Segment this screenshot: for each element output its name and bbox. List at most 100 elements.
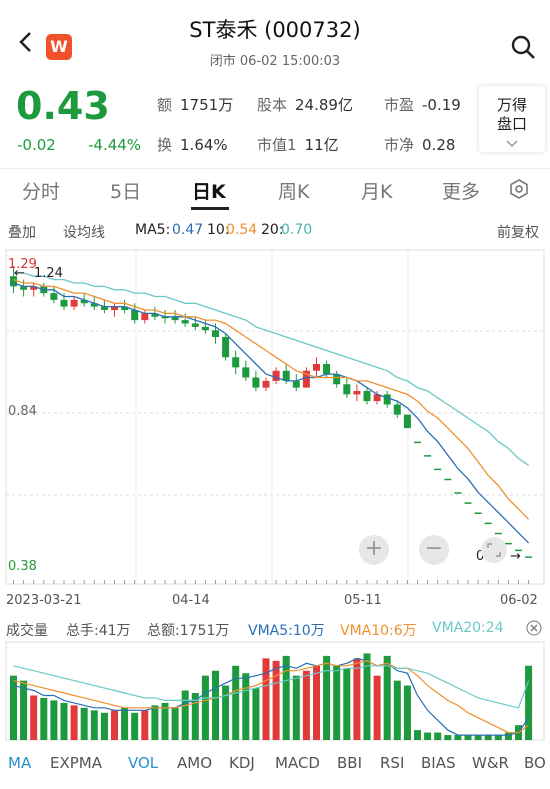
fullscreen-icon[interactable] <box>480 536 508 564</box>
volume-bar <box>333 665 341 740</box>
volume-bar <box>494 735 502 740</box>
ma10-value: 0.54 <box>226 222 258 238</box>
candle <box>60 293 68 310</box>
tab-5day[interactable]: 5日 <box>110 177 141 204</box>
ma5-label: MA5: <box>135 222 171 238</box>
volume-bar <box>444 735 452 740</box>
indicator-amo[interactable]: AMO <box>177 754 212 772</box>
ma5-value: 0.47 <box>172 222 204 238</box>
indicator-vol[interactable]: VOL <box>128 754 158 772</box>
adjust-mode[interactable]: 前复权 <box>497 222 539 242</box>
high-marker-arrow: ← <box>14 266 25 281</box>
candle <box>464 502 472 504</box>
wande-label-2: 盘口 <box>496 115 527 133</box>
candle <box>292 374 300 391</box>
quote-amount: 额 1751万 <box>157 96 234 114</box>
tab-daily-k[interactable]: 日K <box>192 177 226 204</box>
volume-bar <box>302 670 310 740</box>
total-hands: 总手:41万 <box>66 623 131 639</box>
tab-monthly-k[interactable]: 月K <box>361 177 392 204</box>
candle <box>313 357 320 378</box>
candle-body <box>464 502 472 504</box>
volume-bar <box>484 735 492 740</box>
candle <box>222 333 230 361</box>
vma20-value: VMA20:24 <box>432 620 504 636</box>
tab-intraday[interactable]: 分时 <box>22 177 60 204</box>
candle <box>454 492 462 494</box>
set-ma-button[interactable]: 设均线 <box>63 222 105 242</box>
candle <box>363 387 371 405</box>
indicator-ma[interactable]: MA <box>8 754 31 772</box>
candle-body <box>525 556 533 558</box>
zoom-in-button[interactable]: + <box>359 535 389 565</box>
volume-bar <box>80 707 88 740</box>
price-change-pct: -4.44% <box>88 136 142 154</box>
candle <box>242 360 250 381</box>
volume-bar <box>100 712 108 740</box>
candle <box>272 367 280 385</box>
tab-more[interactable]: 更多 <box>442 177 480 204</box>
volume-bar <box>20 680 28 740</box>
volume-bar <box>40 697 48 740</box>
settings-icon[interactable] <box>509 179 529 199</box>
candle-body <box>141 313 149 321</box>
volume-bar <box>525 665 533 740</box>
chevron-down-icon <box>506 140 518 148</box>
indicator-rsi[interactable]: RSI <box>380 754 404 772</box>
candlestick-chart[interactable]: 1.29 0.84 0.38 ← 1.24 0.43 → 2023-03-21 … <box>0 244 550 616</box>
close-icon[interactable] <box>526 620 542 636</box>
volume-label[interactable]: 成交量 <box>6 620 48 640</box>
candle <box>424 455 432 457</box>
volume-bar <box>141 710 149 740</box>
volume-bar <box>90 710 98 740</box>
period-tabs: 分时 5日 日K 周K 月K 更多 <box>0 168 550 210</box>
tab-weekly-k[interactable]: 周K <box>278 177 309 204</box>
wande-orderbook-button[interactable]: 万得 盘口 <box>479 86 545 152</box>
candle-body <box>252 377 260 388</box>
candle-body <box>353 391 361 395</box>
quote-pb: 市净 0.28 <box>384 136 456 154</box>
volume-bar <box>414 730 421 740</box>
candle-body <box>363 391 371 402</box>
total-amount: 总额:1751万 <box>147 623 230 639</box>
indicator-bbi[interactable]: BBI <box>337 754 362 772</box>
volume-bar <box>181 690 189 740</box>
indicator-boll[interactable]: BO <box>524 754 550 772</box>
date-label-2: 04-14 <box>172 593 210 608</box>
indicator-wr[interactable]: W&R <box>472 754 509 772</box>
vma5-value: VMA5:10万 <box>248 623 325 639</box>
volume-bar <box>201 675 209 740</box>
overlay-button[interactable]: 叠加 <box>8 222 36 242</box>
volume-bar <box>504 732 512 740</box>
volume-bar <box>464 735 472 740</box>
volume-bar <box>424 732 432 740</box>
volume-bar <box>343 668 351 740</box>
vma10-value: VMA10:6万 <box>340 623 417 639</box>
candle <box>343 377 351 398</box>
volume-bar <box>393 680 401 740</box>
volume-header: 成交量 总手:41万 总额:1751万 VMA5:10万 VMA10:6万 VM… <box>0 616 550 640</box>
volume-bar <box>373 675 381 740</box>
zoom-out-button[interactable]: − <box>419 535 449 565</box>
volume-bar <box>171 707 179 740</box>
candle-body <box>494 532 502 535</box>
candle-body <box>272 370 280 381</box>
indicator-kdj[interactable]: KDJ <box>229 754 255 772</box>
indicator-bias[interactable]: BIAS <box>421 754 456 772</box>
volume-chart[interactable] <box>0 640 550 744</box>
candle-body <box>393 404 401 415</box>
volume-bar <box>232 665 240 740</box>
low-marker-arrow: → <box>510 549 521 564</box>
vma5-line <box>13 657 530 736</box>
ma10-line <box>13 278 530 520</box>
indicator-expma[interactable]: EXPMA <box>50 754 102 772</box>
volume-bar <box>454 735 462 740</box>
price-change: -0.02 <box>17 136 56 154</box>
candle <box>111 303 118 317</box>
volume-bar <box>434 732 442 740</box>
high-marker: 1.24 <box>34 266 63 281</box>
indicator-macd[interactable]: MACD <box>275 754 320 772</box>
candle-body <box>70 299 78 307</box>
candle <box>232 350 240 375</box>
search-icon[interactable] <box>510 34 536 60</box>
